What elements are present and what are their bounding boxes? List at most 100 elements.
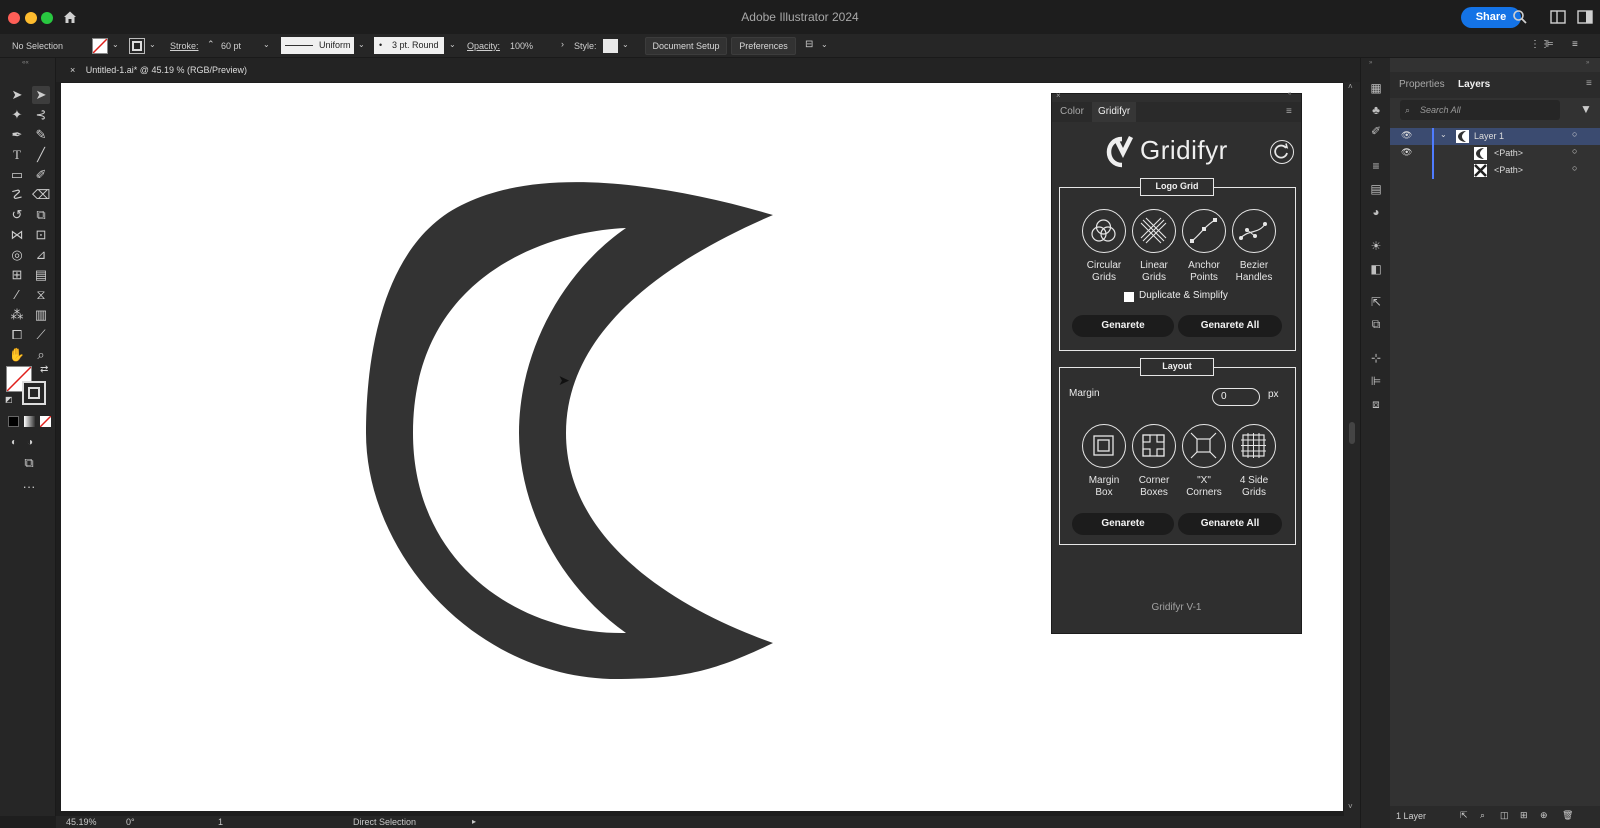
clipping-mask-icon[interactable]: ◫ bbox=[1500, 810, 1509, 821]
artboards-panel-icon[interactable]: ⧉ bbox=[1368, 317, 1384, 331]
visibility-eye-icon[interactable]: 👁 bbox=[1401, 147, 1412, 158]
brushes-icon[interactable]: ✐ bbox=[1368, 124, 1384, 138]
graph-tool-icon[interactable]: ▥ bbox=[32, 306, 50, 324]
artboard-tool-icon[interactable]: ⧠ bbox=[8, 326, 26, 344]
delete-layer-icon[interactable]: 🗑 bbox=[1562, 810, 1573, 821]
type-tool-icon[interactable]: T bbox=[8, 146, 26, 164]
export-layer-icon[interactable]: ⇱ bbox=[1460, 810, 1468, 821]
stroke-color-icon[interactable] bbox=[22, 381, 46, 405]
pen-tool-icon[interactable]: ✒ bbox=[8, 126, 26, 144]
close-tab-icon[interactable]: × bbox=[70, 65, 75, 75]
layer-row[interactable]: 👁 <Path> ○ bbox=[1390, 145, 1600, 162]
stroke-label[interactable]: Stroke: bbox=[170, 41, 199, 51]
gradient-panel-icon[interactable]: ▤ bbox=[1368, 182, 1384, 196]
four-side-grids-icon[interactable] bbox=[1232, 424, 1276, 468]
chevron-down-icon[interactable]: ⌄ bbox=[1440, 130, 1447, 139]
generate-logo-grid-button[interactable]: Genarete bbox=[1072, 315, 1174, 337]
workspace-layout-icon[interactable] bbox=[1550, 10, 1566, 24]
current-tool-label[interactable]: Direct Selection bbox=[353, 816, 416, 828]
tab-gridifyr[interactable]: Gridifyr bbox=[1092, 102, 1137, 122]
collapse-toolbar-icon[interactable]: «« bbox=[22, 60, 29, 66]
chevron-down-icon[interactable]: ⌄ bbox=[449, 40, 456, 49]
path-name[interactable]: <Path> bbox=[1494, 165, 1523, 175]
eyedropper-tool-icon[interactable]: ⁄ bbox=[8, 286, 26, 304]
selection-tool-icon[interactable]: ➤ bbox=[8, 86, 26, 104]
circular-grids-icon[interactable] bbox=[1082, 209, 1126, 253]
generate-layout-button[interactable]: Genarete bbox=[1072, 513, 1174, 535]
perspective-grid-tool-icon[interactable]: ⊿ bbox=[32, 246, 50, 264]
duplicate-simplify-checkbox[interactable] bbox=[1124, 292, 1134, 302]
close-window-button[interactable] bbox=[8, 12, 20, 24]
more-tools-icon[interactable]: ··· bbox=[20, 478, 38, 496]
document-setup-button[interactable]: Document Setup bbox=[645, 37, 727, 55]
tab-properties[interactable]: Properties bbox=[1399, 72, 1445, 98]
linear-grids-icon[interactable] bbox=[1132, 209, 1176, 253]
variable-width-profile[interactable]: Uniform bbox=[281, 37, 354, 54]
curvature-tool-icon[interactable]: ✎ bbox=[32, 126, 50, 144]
line-tool-icon[interactable]: ╱ bbox=[32, 146, 50, 164]
lasso-tool-icon[interactable]: ⊰ bbox=[32, 106, 50, 124]
duplicate-simplify-label[interactable]: Duplicate & Simplify bbox=[1139, 290, 1228, 301]
zoom-tool-icon[interactable]: ⌕ bbox=[32, 346, 50, 364]
collapse-panel-icon[interactable]: » bbox=[1586, 60, 1589, 66]
bezier-handles-icon[interactable] bbox=[1232, 209, 1276, 253]
hand-tool-icon[interactable]: ✋ bbox=[8, 346, 26, 364]
graphic-styles-icon[interactable]: ◧ bbox=[1368, 262, 1384, 276]
preferences-button[interactable]: Preferences bbox=[731, 37, 796, 55]
new-layer-icon[interactable]: ⊕ bbox=[1540, 810, 1548, 821]
chevron-down-icon[interactable]: ⌄ bbox=[149, 40, 156, 49]
stroke-panel-icon[interactable]: ≡ bbox=[1368, 159, 1384, 173]
opacity-field[interactable]: 100% bbox=[510, 41, 533, 51]
arrange-icon[interactable]: ⊟ bbox=[805, 39, 813, 50]
vertical-scrollbar[interactable]: ˄ ˅ bbox=[1344, 82, 1360, 816]
minimize-window-button[interactable] bbox=[25, 12, 37, 24]
new-sublayer-icon[interactable]: ⊞ bbox=[1520, 810, 1528, 821]
generate-all-layout-button[interactable]: Genarete All bbox=[1178, 513, 1282, 535]
export-icon[interactable]: ⇱ bbox=[1368, 295, 1384, 309]
align-panel-icon[interactable]: ⊫ bbox=[1368, 374, 1384, 388]
pathfinder-panel-icon[interactable]: ⧈ bbox=[1368, 397, 1384, 411]
style-swatch[interactable] bbox=[603, 39, 618, 53]
layer-row[interactable]: 👁 ⌄ Layer 1 ○ bbox=[1390, 128, 1600, 145]
locate-object-icon[interactable]: ⌕ bbox=[1480, 810, 1485, 821]
filter-icon[interactable]: ▼ bbox=[1580, 102, 1592, 116]
visibility-eye-icon[interactable]: 👁 bbox=[1401, 130, 1412, 141]
swap-colors-icon[interactable]: ⇄ bbox=[40, 364, 48, 375]
chevron-down-icon[interactable]: ⌄ bbox=[358, 40, 365, 49]
magic-wand-tool-icon[interactable]: ✦ bbox=[8, 106, 26, 124]
generate-all-logo-grid-button[interactable]: Genarete All bbox=[1178, 315, 1282, 337]
gradient-mode-icon[interactable] bbox=[24, 416, 35, 427]
direct-selection-tool-icon[interactable]: ➤ bbox=[32, 86, 50, 104]
default-colors-icon[interactable]: ◩ bbox=[5, 395, 13, 404]
refresh-icon[interactable] bbox=[1270, 140, 1294, 164]
gradient-tool-icon[interactable]: ▤ bbox=[32, 266, 50, 284]
chevron-right-icon[interactable]: › bbox=[561, 39, 564, 49]
eraser-tool-icon[interactable]: ⌫ bbox=[32, 186, 50, 204]
scroll-thumb[interactable] bbox=[1349, 422, 1355, 444]
distribute-icon[interactable]: ⊫ bbox=[1545, 39, 1554, 50]
margin-box-icon[interactable] bbox=[1082, 424, 1126, 468]
mesh-tool-icon[interactable]: ⊞ bbox=[8, 266, 26, 284]
tab-color[interactable]: Color bbox=[1060, 102, 1084, 122]
none-mode-icon[interactable] bbox=[39, 415, 52, 428]
free-transform-tool-icon[interactable]: ⊡ bbox=[32, 226, 50, 244]
rectangle-tool-icon[interactable]: ▭ bbox=[8, 166, 26, 184]
chevron-down-icon[interactable]: ⌄ bbox=[622, 40, 629, 49]
x-corners-icon[interactable] bbox=[1182, 424, 1226, 468]
draw-behind-icon[interactable]: ◑ bbox=[21, 434, 39, 452]
fill-swatch-icon[interactable] bbox=[92, 38, 108, 54]
tab-layers[interactable]: Layers bbox=[1458, 72, 1490, 98]
chevron-down-icon[interactable]: ⌄ bbox=[821, 40, 828, 49]
rotate-tool-icon[interactable]: ↺ bbox=[8, 206, 26, 224]
layer-row[interactable]: <Path> ○ bbox=[1390, 162, 1600, 179]
layer-name[interactable]: Layer 1 bbox=[1474, 131, 1504, 141]
stepper-icon[interactable]: ⌃ bbox=[207, 39, 215, 50]
panel-menu-icon[interactable]: ≡ bbox=[1286, 106, 1292, 117]
stroke-swatch-icon[interactable] bbox=[129, 38, 145, 54]
color-mode-icon[interactable] bbox=[8, 416, 19, 427]
libraries-icon[interactable]: ▦ bbox=[1368, 81, 1384, 95]
symbols-icon[interactable]: ♣ bbox=[1368, 103, 1384, 117]
target-icon[interactable]: ○ bbox=[1572, 146, 1577, 156]
slice-tool-icon[interactable]: ⟋ bbox=[32, 326, 50, 344]
blend-tool-icon[interactable]: ⧖ bbox=[32, 286, 50, 304]
